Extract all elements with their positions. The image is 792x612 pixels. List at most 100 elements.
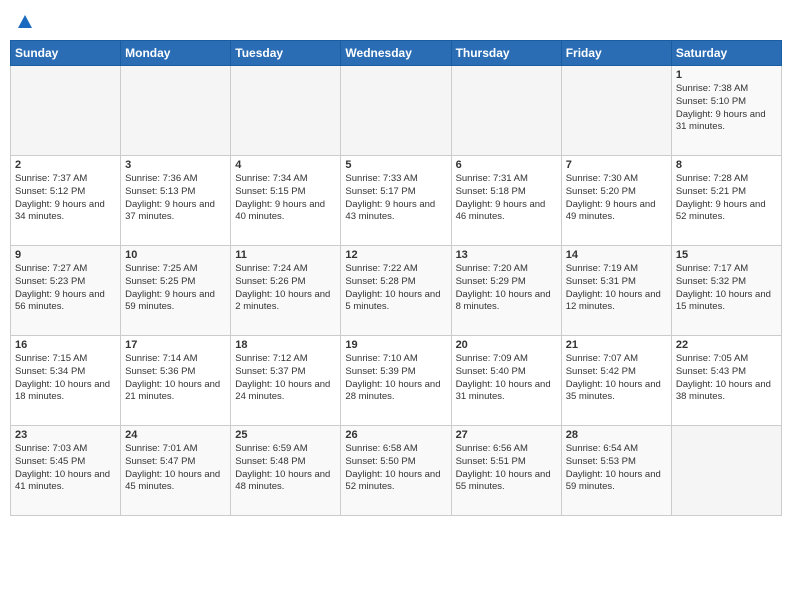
calendar-table: SundayMondayTuesdayWednesdayThursdayFrid…: [10, 40, 782, 516]
calendar-cell: 1 Sunrise: 7:38 AM Sunset: 5:10 PM Daylig…: [671, 66, 781, 156]
day-number: 1: [676, 69, 777, 81]
day-number: 20: [456, 339, 557, 351]
calendar-cell: [451, 66, 561, 156]
day-info: Sunrise: 7:25 AM Sunset: 5:25 PM Dayligh…: [125, 263, 226, 314]
calendar-cell: 8Sunrise: 7:28 AM Sunset: 5:21 PM Daylig…: [671, 156, 781, 246]
day-number: 9: [15, 249, 116, 261]
day-info: Sunrise: 7:15 AM Sunset: 5:34 PM Dayligh…: [15, 353, 116, 404]
day-info: Sunrise: 7:12 AM Sunset: 5:37 PM Dayligh…: [235, 353, 336, 404]
day-number: 10: [125, 249, 226, 261]
day-info: Sunrise: 7:14 AM Sunset: 5:36 PM Dayligh…: [125, 353, 226, 404]
page-header: [10, 10, 782, 34]
calendar-cell: 11Sunrise: 7:24 AM Sunset: 5:26 PM Dayli…: [231, 246, 341, 336]
calendar-week-4: 16 Sunrise: 7:15 AM Sunset: 5:34 PM Dayli…: [11, 336, 782, 426]
day-info: Sunrise: 7:03 AM Sunset: 5:45 PM Dayligh…: [15, 443, 116, 494]
weekday-header-sunday: Sunday: [11, 41, 121, 66]
day-info: Sunrise: 6:58 AM Sunset: 5:50 PM Dayligh…: [345, 443, 446, 494]
calendar-cell: 17 Sunrise: 7:14 AM Sunset: 5:36 PM Dayli…: [121, 336, 231, 426]
calendar-cell: 15 Sunrise: 7:17 AM Sunset: 5:32 PM Dayli…: [671, 246, 781, 336]
calendar-cell: 10 Sunrise: 7:25 AM Sunset: 5:25 PM Dayli…: [121, 246, 231, 336]
day-number: 14: [566, 249, 667, 261]
day-number: 18: [235, 339, 336, 351]
day-info: Sunrise: 7:17 AM Sunset: 5:32 PM Dayligh…: [676, 263, 777, 314]
day-info: Sunrise: 7:31 AM Sunset: 5:18 PM Dayligh…: [456, 173, 557, 224]
logo-triangle-icon: [17, 14, 33, 30]
calendar-cell: 22 Sunrise: 7:05 AM Sunset: 5:43 PM Dayli…: [671, 336, 781, 426]
day-number: 4: [235, 159, 336, 171]
calendar-header-row: SundayMondayTuesdayWednesdayThursdayFrid…: [11, 41, 782, 66]
day-info: Sunrise: 7:05 AM Sunset: 5:43 PM Dayligh…: [676, 353, 777, 404]
calendar-cell: 5 Sunrise: 7:33 AM Sunset: 5:17 PM Daylig…: [341, 156, 451, 246]
day-number: 5: [345, 159, 446, 171]
calendar-cell: 19 Sunrise: 7:10 AM Sunset: 5:39 PM Dayli…: [341, 336, 451, 426]
calendar-cell: 7 Sunrise: 7:30 AM Sunset: 5:20 PM Daylig…: [561, 156, 671, 246]
calendar-cell: 24 Sunrise: 7:01 AM Sunset: 5:47 PM Dayli…: [121, 426, 231, 516]
day-number: 17: [125, 339, 226, 351]
calendar-cell: 2 Sunrise: 7:37 AM Sunset: 5:12 PM Daylig…: [11, 156, 121, 246]
calendar-cell: 3Sunrise: 7:36 AM Sunset: 5:13 PM Daylig…: [121, 156, 231, 246]
calendar-cell: 13 Sunrise: 7:20 AM Sunset: 5:29 PM Dayli…: [451, 246, 561, 336]
day-info: Sunrise: 7:09 AM Sunset: 5:40 PM Dayligh…: [456, 353, 557, 404]
day-info: Sunrise: 7:30 AM Sunset: 5:20 PM Dayligh…: [566, 173, 667, 224]
weekday-header-wednesday: Wednesday: [341, 41, 451, 66]
day-info: Sunrise: 6:56 AM Sunset: 5:51 PM Dayligh…: [456, 443, 557, 494]
day-info: Sunrise: 7:27 AM Sunset: 5:23 PM Dayligh…: [15, 263, 116, 314]
day-number: 2: [15, 159, 116, 171]
calendar-week-3: 9 Sunrise: 7:27 AM Sunset: 5:23 PM Daylig…: [11, 246, 782, 336]
calendar-cell: 9 Sunrise: 7:27 AM Sunset: 5:23 PM Daylig…: [11, 246, 121, 336]
weekday-header-saturday: Saturday: [671, 41, 781, 66]
day-info: Sunrise: 7:22 AM Sunset: 5:28 PM Dayligh…: [345, 263, 446, 314]
calendar-cell: 4 Sunrise: 7:34 AM Sunset: 5:15 PM Daylig…: [231, 156, 341, 246]
day-info: Sunrise: 7:37 AM Sunset: 5:12 PM Dayligh…: [15, 173, 116, 224]
logo: [16, 14, 34, 30]
calendar-cell: [561, 66, 671, 156]
day-info: Sunrise: 7:07 AM Sunset: 5:42 PM Dayligh…: [566, 353, 667, 404]
day-number: 19: [345, 339, 446, 351]
weekday-header-monday: Monday: [121, 41, 231, 66]
weekday-header-tuesday: Tuesday: [231, 41, 341, 66]
calendar-cell: 26 Sunrise: 6:58 AM Sunset: 5:50 PM Dayli…: [341, 426, 451, 516]
calendar-cell: 16 Sunrise: 7:15 AM Sunset: 5:34 PM Dayli…: [11, 336, 121, 426]
calendar-week-2: 2 Sunrise: 7:37 AM Sunset: 5:12 PM Daylig…: [11, 156, 782, 246]
day-info: Sunrise: 7:19 AM Sunset: 5:31 PM Dayligh…: [566, 263, 667, 314]
day-info: Sunrise: 7:36 AM Sunset: 5:13 PM Dayligh…: [125, 173, 226, 224]
day-info: Sunrise: 7:10 AM Sunset: 5:39 PM Dayligh…: [345, 353, 446, 404]
day-number: 13: [456, 249, 557, 261]
day-number: 8: [676, 159, 777, 171]
day-number: 24: [125, 429, 226, 441]
day-number: 6: [456, 159, 557, 171]
weekday-header-thursday: Thursday: [451, 41, 561, 66]
calendar-cell: 12Sunrise: 7:22 AM Sunset: 5:28 PM Dayli…: [341, 246, 451, 336]
calendar-cell: [11, 66, 121, 156]
weekday-header-friday: Friday: [561, 41, 671, 66]
calendar-cell: 21 Sunrise: 7:07 AM Sunset: 5:42 PM Dayli…: [561, 336, 671, 426]
day-info: Sunrise: 7:24 AM Sunset: 5:26 PM Dayligh…: [235, 263, 336, 314]
calendar-cell: 23 Sunrise: 7:03 AM Sunset: 5:45 PM Dayli…: [11, 426, 121, 516]
calendar-cell: 14 Sunrise: 7:19 AM Sunset: 5:31 PM Dayli…: [561, 246, 671, 336]
day-number: 22: [676, 339, 777, 351]
day-number: 16: [15, 339, 116, 351]
day-info: Sunrise: 7:38 AM Sunset: 5:10 PM Dayligh…: [676, 83, 777, 134]
day-info: Sunrise: 7:01 AM Sunset: 5:47 PM Dayligh…: [125, 443, 226, 494]
day-number: 25: [235, 429, 336, 441]
calendar-week-5: 23 Sunrise: 7:03 AM Sunset: 5:45 PM Dayli…: [11, 426, 782, 516]
calendar-cell: 18 Sunrise: 7:12 AM Sunset: 5:37 PM Dayli…: [231, 336, 341, 426]
calendar-cell: 28Sunrise: 6:54 AM Sunset: 5:53 PM Dayli…: [561, 426, 671, 516]
calendar-cell: [121, 66, 231, 156]
day-number: 26: [345, 429, 446, 441]
day-number: 27: [456, 429, 557, 441]
day-info: Sunrise: 7:34 AM Sunset: 5:15 PM Dayligh…: [235, 173, 336, 224]
day-info: Sunrise: 7:33 AM Sunset: 5:17 PM Dayligh…: [345, 173, 446, 224]
calendar-cell: 20 Sunrise: 7:09 AM Sunset: 5:40 PM Dayli…: [451, 336, 561, 426]
day-number: 15: [676, 249, 777, 261]
calendar-cell: 6 Sunrise: 7:31 AM Sunset: 5:18 PM Daylig…: [451, 156, 561, 246]
calendar-body: 1 Sunrise: 7:38 AM Sunset: 5:10 PM Daylig…: [11, 66, 782, 516]
day-number: 7: [566, 159, 667, 171]
day-number: 23: [15, 429, 116, 441]
calendar-cell: [671, 426, 781, 516]
day-number: 21: [566, 339, 667, 351]
calendar-cell: [231, 66, 341, 156]
day-info: Sunrise: 6:59 AM Sunset: 5:48 PM Dayligh…: [235, 443, 336, 494]
day-info: Sunrise: 7:20 AM Sunset: 5:29 PM Dayligh…: [456, 263, 557, 314]
day-number: 28: [566, 429, 667, 441]
